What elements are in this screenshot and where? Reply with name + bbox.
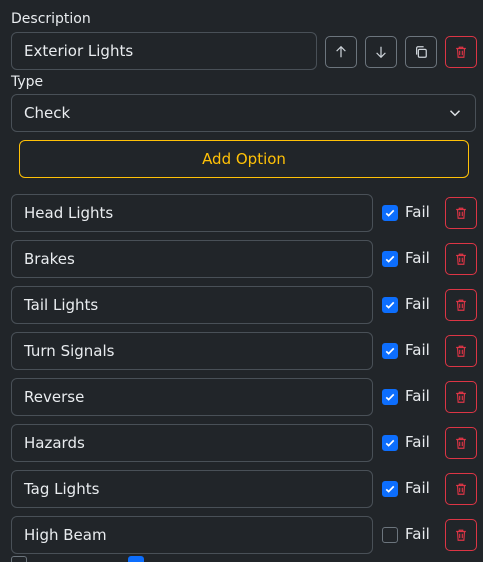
- duplicate-button[interactable]: [405, 36, 437, 68]
- option-row: Hazards Fail: [0, 424, 483, 462]
- chevron-down-icon: [449, 110, 461, 117]
- option-row: Head Lights Fail: [0, 194, 483, 232]
- option-row: High Beam Fail: [0, 516, 483, 554]
- trash-icon: [456, 437, 466, 449]
- fail-label: Fail: [405, 479, 430, 497]
- fail-checkbox[interactable]: [382, 343, 398, 359]
- delete-option-button[interactable]: [445, 519, 477, 551]
- checkmark-icon: [385, 439, 395, 447]
- move-down-button[interactable]: [365, 36, 397, 68]
- fail-label: Fail: [405, 341, 430, 359]
- delete-option-button[interactable]: [445, 473, 477, 505]
- option-value: Turn Signals: [24, 342, 115, 360]
- option-input[interactable]: High Beam: [11, 516, 373, 554]
- trash-icon: [456, 345, 466, 357]
- option-input[interactable]: Tag Lights: [11, 470, 373, 508]
- delete-option-button[interactable]: [445, 197, 477, 229]
- fail-label: Fail: [405, 249, 430, 267]
- delete-option-button[interactable]: [445, 335, 477, 367]
- description-value: Exterior Lights: [24, 42, 134, 60]
- trash-icon: [456, 483, 466, 495]
- option-row: Reverse Fail: [0, 378, 483, 416]
- checkmark-icon: [385, 209, 395, 217]
- fail-checkbox[interactable]: [382, 527, 398, 543]
- checkmark-icon: [385, 347, 395, 355]
- checkmark-icon: [385, 485, 395, 493]
- option-value: Head Lights: [24, 204, 114, 222]
- fail-checkbox[interactable]: [382, 251, 398, 267]
- fail-checkbox[interactable]: [382, 435, 398, 451]
- partial-checkbox-checked: [128, 556, 144, 562]
- option-input[interactable]: Hazards: [11, 424, 373, 462]
- delete-option-button[interactable]: [445, 243, 477, 275]
- fail-checkbox[interactable]: [382, 297, 398, 313]
- add-option-label: Add Option: [202, 150, 286, 168]
- arrow-down-icon: [376, 46, 386, 59]
- type-selected-value: Check: [24, 104, 71, 122]
- arrow-up-icon: [336, 45, 346, 58]
- fail-checkbox[interactable]: [382, 389, 398, 405]
- trash-icon: [456, 529, 466, 541]
- fail-label: Fail: [405, 525, 430, 543]
- option-input[interactable]: Reverse: [11, 378, 373, 416]
- add-option-button[interactable]: Add Option: [19, 140, 469, 178]
- trash-icon: [456, 207, 466, 219]
- option-value: Brakes: [24, 250, 75, 268]
- partial-checkbox: [11, 556, 27, 562]
- option-value: Tail Lights: [24, 296, 99, 314]
- checkmark-icon: [385, 255, 395, 263]
- delete-item-button[interactable]: [445, 36, 477, 68]
- option-value: High Beam: [24, 526, 107, 544]
- option-input[interactable]: Tail Lights: [11, 286, 373, 324]
- fail-label: Fail: [405, 433, 430, 451]
- fail-checkbox[interactable]: [382, 481, 398, 497]
- description-label: Description: [11, 11, 91, 27]
- option-row: Tag Lights Fail: [0, 470, 483, 508]
- type-label: Type: [11, 74, 44, 90]
- description-input[interactable]: Exterior Lights: [11, 32, 317, 70]
- option-row: Turn Signals Fail: [0, 332, 483, 370]
- option-value: Tag Lights: [24, 480, 100, 498]
- option-row: Brakes Fail: [0, 240, 483, 278]
- delete-option-button[interactable]: [445, 427, 477, 459]
- option-input[interactable]: Head Lights: [11, 194, 373, 232]
- checkmark-icon: [385, 301, 395, 309]
- delete-option-button[interactable]: [445, 381, 477, 413]
- checkmark-icon: [385, 393, 395, 401]
- option-row: Tail Lights Fail: [0, 286, 483, 324]
- option-input[interactable]: Turn Signals: [11, 332, 373, 370]
- option-input[interactable]: Brakes: [11, 240, 373, 278]
- option-value: Hazards: [24, 434, 85, 452]
- trash-icon: [456, 253, 466, 265]
- move-up-button[interactable]: [325, 36, 357, 68]
- fail-checkbox[interactable]: [382, 205, 398, 221]
- fail-label: Fail: [405, 387, 430, 405]
- fail-label: Fail: [405, 295, 430, 313]
- trash-icon: [456, 391, 466, 403]
- option-value: Reverse: [24, 388, 85, 406]
- trash-icon: [456, 299, 466, 311]
- trash-icon: [456, 46, 466, 58]
- type-select[interactable]: Check: [11, 94, 476, 132]
- delete-option-button[interactable]: [445, 289, 477, 321]
- fail-label: Fail: [405, 203, 430, 221]
- copy-icon: [416, 46, 427, 58]
